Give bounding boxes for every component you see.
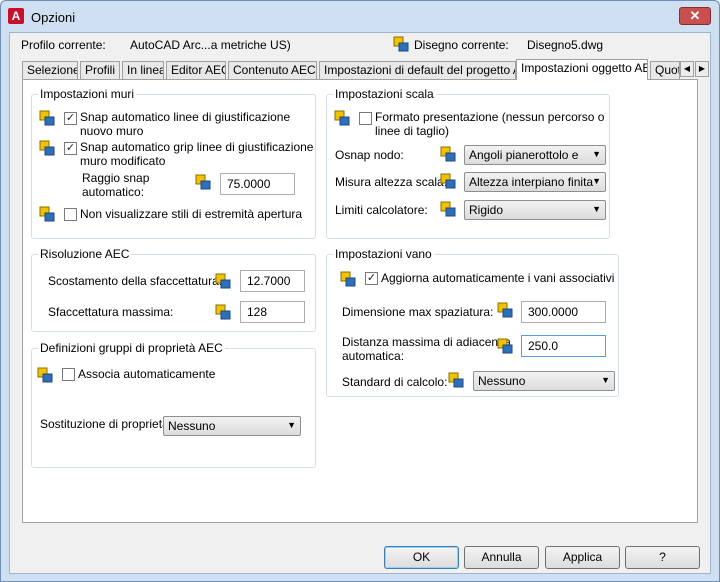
aec-resolution-group: Risoluzione AEC Scostamento della sfacce…: [31, 247, 316, 332]
max-facet-input[interactable]: 128: [240, 301, 305, 323]
drawing-settings-icon: [37, 367, 53, 383]
osnap-dropdown[interactable]: Angoli pianerottolo e ram ▼: [464, 145, 606, 165]
property-sets-title: Definizioni gruppi di proprietà AEC: [38, 341, 225, 355]
osnap-value: Angoli pianerottolo e ram: [469, 148, 579, 164]
drawing-settings-icon: [334, 110, 350, 126]
no-styles-checkbox[interactable]: [64, 208, 77, 221]
chevron-down-icon: ▼: [592, 149, 601, 159]
auto-update-openings-label: Aggiorna automaticamente i vani associat…: [381, 271, 615, 285]
profile-value: AutoCAD Arc...a metriche US): [130, 38, 291, 52]
cancel-button[interactable]: Annulla: [464, 546, 539, 569]
tab-strip: Selezione Profili In linea Editor AEC Co…: [22, 59, 712, 80]
drawing-settings-icon: [440, 146, 456, 162]
substitution-value: Nessuno: [168, 419, 216, 433]
property-sets-group: Definizioni gruppi di proprietà AEC Asso…: [31, 341, 316, 468]
max-adj-label-2: automatica:: [342, 349, 405, 363]
drawing-settings-icon: [440, 201, 456, 217]
tab-selezione[interactable]: Selezione: [22, 61, 78, 79]
drawing-label: Disegno corrente:: [414, 38, 509, 52]
tab-impostazioni-oggetto-aec[interactable]: Impostazioni oggetto AEC: [516, 59, 648, 80]
radius-input[interactable]: 75.0000: [220, 173, 295, 195]
drawing-settings-icon: [39, 110, 55, 126]
window-title: Opzioni: [31, 10, 76, 25]
opening-group-title: Impostazioni vano: [333, 247, 434, 261]
tab-contenuto-aec[interactable]: Contenuto AEC: [228, 61, 317, 79]
tab-in-linea[interactable]: In linea: [122, 61, 164, 79]
auto-update-openings-checkbox[interactable]: ✓: [365, 272, 378, 285]
max-facet-label: Sfaccettatura massima:: [48, 305, 174, 319]
presentation-label-2: linee di taglio): [375, 124, 450, 138]
osnap-label: Osnap nodo:: [335, 148, 404, 162]
walls-group-title: Impostazioni muri: [38, 87, 137, 101]
tab-profili[interactable]: Profili: [80, 61, 120, 79]
drawing-settings-icon: [497, 338, 513, 354]
ok-button[interactable]: OK: [384, 546, 459, 569]
drawing-settings-icon: [393, 36, 409, 52]
help-button[interactable]: ?: [625, 546, 700, 569]
substitution-label: Sostituzione di proprietà: [40, 417, 169, 431]
height-value: Altezza interpiano finita: [469, 175, 594, 189]
apply-button[interactable]: Applica: [545, 546, 620, 569]
drawing-settings-icon: [215, 304, 231, 320]
drawing-settings-icon: [497, 302, 513, 318]
drawing-settings-icon: [195, 174, 211, 190]
facet-offset-input[interactable]: 12.7000: [240, 270, 305, 292]
snap-auto-checkbox[interactable]: ✓: [64, 112, 77, 125]
no-styles-label: Non visualizzare stili di estremità aper…: [80, 207, 303, 221]
calc-standard-label: Standard di calcolo:: [342, 375, 448, 389]
facet-offset-label: Scostamento della sfaccettatura:: [48, 274, 223, 288]
drawing-settings-icon: [440, 173, 456, 189]
chevron-down-icon: ▼: [592, 204, 601, 214]
title-bar[interactable]: A Opzioni ✕: [1, 1, 719, 33]
limits-value: Rigido: [469, 203, 504, 217]
tab-panel: Impostazioni muri ✓ Snap automatico line…: [22, 79, 698, 523]
substitution-dropdown[interactable]: Nessuno ▼: [163, 416, 301, 436]
scale-group-title: Impostazioni scala: [333, 87, 436, 101]
opening-group: Impostazioni vano ✓ Aggiorna automaticam…: [326, 247, 619, 397]
radius-label-2: automatico:: [82, 185, 145, 199]
profile-label: Profilo corrente:: [21, 38, 106, 52]
presentation-checkbox[interactable]: [359, 112, 372, 125]
drawing-settings-icon: [215, 273, 231, 289]
max-adj-input[interactable]: 250.0: [521, 335, 606, 357]
snap-grip-label-1: Snap automatico grip linee di giustifica…: [80, 140, 314, 154]
drawing-settings-icon: [39, 206, 55, 222]
walls-group: Impostazioni muri ✓ Snap automatico line…: [31, 87, 316, 239]
chevron-down-icon: ▼: [601, 375, 610, 385]
tab-scroll-right-button[interactable]: ▶: [695, 61, 709, 77]
chevron-down-icon: ▼: [592, 176, 601, 186]
close-button[interactable]: ✕: [679, 7, 711, 25]
limits-label: Limiti calcolatore:: [335, 203, 428, 217]
aec-resolution-title: Risoluzione AEC: [38, 247, 132, 261]
scale-group: Impostazioni scala Formato presentazione…: [326, 87, 610, 239]
drawing-value: Disegno5.dwg: [527, 38, 604, 52]
tab-scroll-left-button[interactable]: ◀: [680, 61, 694, 77]
height-dropdown[interactable]: Altezza interpiano finita ▼: [464, 172, 606, 192]
options-dialog: A Opzioni ✕ Profilo corrente: AutoCAD Ar…: [0, 0, 720, 582]
snap-grip-checkbox[interactable]: ✓: [64, 142, 77, 155]
height-label: Misura altezza scala:: [335, 175, 448, 189]
calc-standard-value: Nessuno: [478, 374, 526, 388]
snap-grip-label-2: muro modificato: [80, 154, 166, 168]
tab-quota[interactable]: Quota: [650, 61, 680, 79]
max-adj-label-1: Distanza massima di adiacenza: [342, 335, 511, 349]
auto-assoc-label: Associa automaticamente: [78, 367, 216, 381]
tab-default-progetto-aec[interactable]: Impostazioni di default del progetto AEC: [319, 61, 516, 79]
calc-standard-dropdown[interactable]: Nessuno ▼: [473, 371, 615, 391]
max-gap-label: Dimensione max spaziatura:: [342, 305, 494, 319]
presentation-label-1: Formato presentazione (nessun percorso o: [375, 110, 605, 124]
autocad-app-icon: A: [8, 8, 24, 24]
chevron-down-icon: ▼: [287, 420, 296, 430]
tab-editor-aec[interactable]: Editor AEC: [166, 61, 226, 79]
max-gap-input[interactable]: 300.0000: [521, 301, 606, 323]
drawing-settings-icon: [340, 271, 356, 287]
drawing-settings-icon: [448, 372, 464, 388]
radius-label-1: Raggio snap: [82, 171, 150, 185]
dialog-client: Profilo corrente: AutoCAD Arc...a metric…: [9, 32, 711, 574]
snap-auto-label-2: nuovo muro: [80, 124, 144, 138]
snap-auto-label-1: Snap automatico linee di giustificazione: [80, 110, 291, 124]
auto-assoc-checkbox[interactable]: [62, 368, 75, 381]
drawing-settings-icon: [39, 140, 55, 156]
limits-dropdown[interactable]: Rigido ▼: [464, 200, 606, 220]
